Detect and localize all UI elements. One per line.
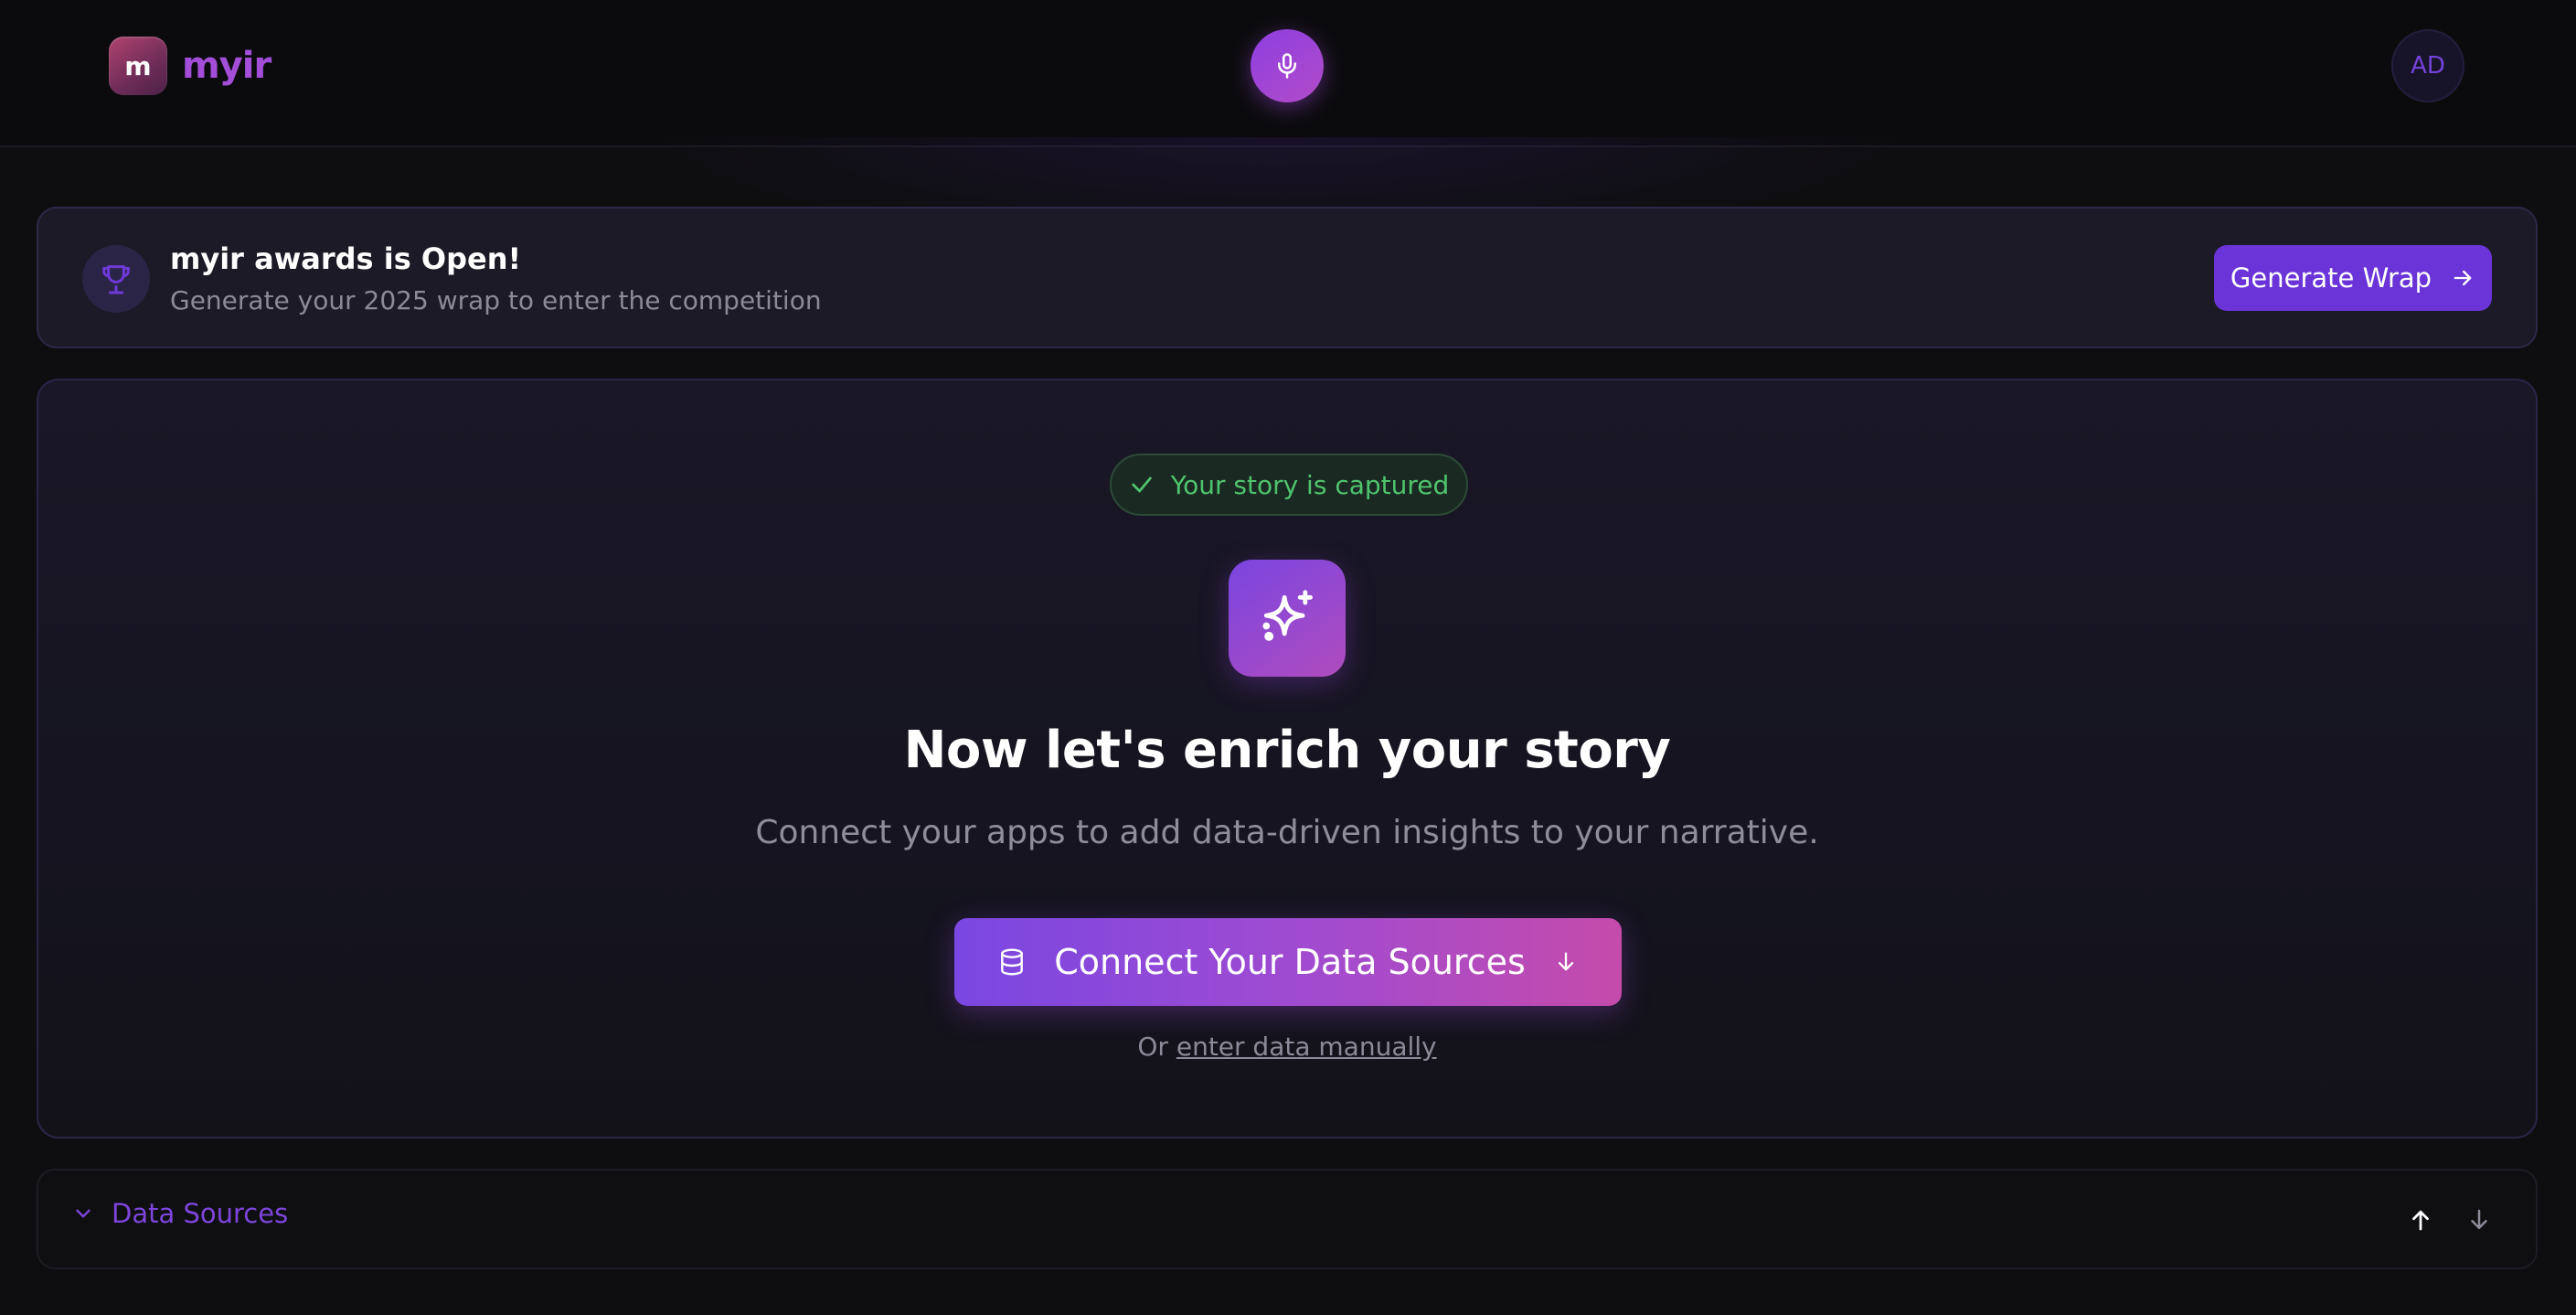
move-down-button[interactable] — [2463, 1203, 2496, 1236]
connect-data-sources-button[interactable]: Connect Your Data Sources — [954, 918, 1622, 1006]
page-subtitle: Connect your apps to add data-driven ins… — [755, 814, 1819, 851]
arrow-down-icon — [2471, 1209, 2487, 1229]
awards-title: myir awards is Open! — [170, 241, 522, 276]
database-icon — [1001, 948, 1024, 976]
manual-entry-line: Or enter data manually — [38, 1032, 2536, 1062]
story-captured-badge: Your story is captured — [1110, 454, 1468, 516]
brand-logo: m — [109, 37, 167, 95]
top-navigation-bar: m myir AD — [0, 0, 2576, 147]
chevron-down-icon — [76, 1209, 90, 1218]
trophy-icon — [102, 265, 130, 294]
move-up-button[interactable] — [2404, 1203, 2437, 1236]
brand-home-link[interactable]: m myir — [109, 37, 271, 95]
page-title: Now let's enrich your story — [903, 721, 1671, 780]
sparkles-icon — [1262, 590, 1313, 641]
awards-subtitle: Generate your 2025 wrap to enter the com… — [170, 285, 822, 315]
brand-name: myir — [182, 45, 271, 87]
data-sources-label: Data Sources — [112, 1198, 289, 1229]
sparkles-icon-tile — [1229, 560, 1346, 677]
manual-entry-prefix: Or — [1137, 1032, 1168, 1062]
enrich-story-card: Your story is captured Now let's enrich … — [37, 379, 2538, 1139]
user-avatar[interactable]: AD — [2391, 29, 2464, 102]
enter-data-manually-link[interactable]: enter data manually — [1176, 1032, 1437, 1062]
generate-wrap-button[interactable]: Generate Wrap — [2214, 245, 2492, 311]
microphone-icon — [1278, 53, 1296, 79]
connect-data-sources-label: Connect Your Data Sources — [1054, 942, 1526, 982]
arrow-down-icon — [1558, 952, 1573, 971]
awards-banner: myir awards is Open! Generate your 2025 … — [37, 207, 2538, 348]
data-sources-toggle[interactable]: Data Sources — [71, 1198, 288, 1229]
arrow-right-icon — [2454, 270, 2472, 286]
arrow-up-icon — [2412, 1210, 2429, 1231]
story-captured-label: Your story is captured — [1170, 469, 1450, 500]
check-icon — [1131, 476, 1152, 493]
data-sources-section: Data Sources — [37, 1169, 2538, 1269]
trophy-icon-badge — [82, 245, 150, 313]
generate-wrap-label: Generate Wrap — [2230, 262, 2432, 294]
voice-record-button[interactable] — [1251, 29, 1324, 102]
